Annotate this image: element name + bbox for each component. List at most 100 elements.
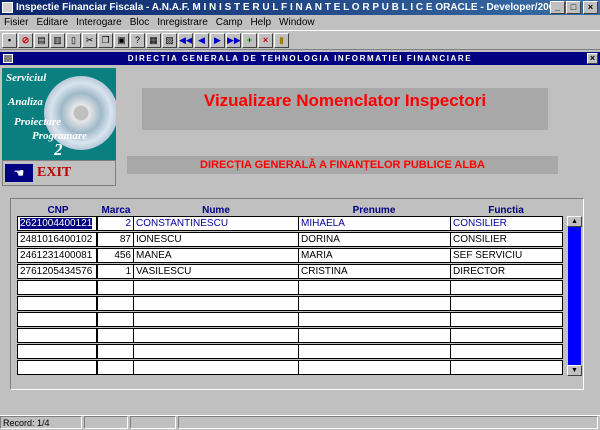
column-header-prenume: Prenume [352,205,396,216]
menu-bar: Fisier Editare Interogare Bloc Inregistrare C… [0,15,600,30]
save-icon[interactable]: ▪ [2,33,17,48]
cell-prenume[interactable] [298,344,451,359]
insert-record-icon[interactable]: + [242,33,257,48]
column-header-marca: Marca [101,205,131,216]
cell-nume[interactable] [133,296,299,311]
cell-functia[interactable] [450,280,563,295]
menu-window[interactable]: Window [275,15,319,30]
cell-cnp[interactable] [17,344,97,359]
cell-nume[interactable] [133,344,299,359]
query-icon[interactable]: ? [130,33,145,48]
print-icon[interactable]: ▤ [34,33,49,48]
document-icon[interactable]: ▯ [66,33,81,48]
column-header-nume: Nume [202,205,230,216]
delete-record-icon[interactable]: × [258,33,273,48]
cell-cnp[interactable]: 2481016400102 [17,232,97,247]
vertical-scrollbar[interactable]: ▲ ▼ [567,216,582,376]
cell-functia[interactable]: CONSILIER [450,232,563,247]
cell-cnp[interactable] [17,280,97,295]
scroll-thumb[interactable] [568,227,581,365]
cell-cnp[interactable] [17,296,97,311]
scroll-up-icon[interactable]: ▲ [567,216,582,227]
app-icon [2,2,13,13]
cell-nume[interactable]: IONESCU [133,232,299,247]
logo-line3: Proiectare [14,116,62,128]
maximize-button[interactable]: □ [566,1,581,14]
print-preview-icon[interactable]: ▥ [50,33,65,48]
cell-functia[interactable] [450,360,563,375]
cell-cnp[interactable] [17,328,97,343]
cell-prenume[interactable]: DORINA [298,232,451,247]
cancel-icon[interactable]: ⊘ [18,33,33,48]
cell-functia[interactable]: CONSILIER [450,216,563,231]
cell-prenume[interactable] [298,296,451,311]
cell-cnp[interactable]: 2621004400121 [17,216,97,231]
next-record-icon[interactable]: ▶ [210,33,225,48]
form-icon [3,54,13,63]
cell-marca[interactable]: 1 [97,264,134,279]
menu-interogare[interactable]: Interogare [72,15,126,30]
menu-inregistrare[interactable]: Inregistrare [153,15,212,30]
lock-record-icon[interactable]: ▮ [274,33,289,48]
menu-bloc[interactable]: Bloc [126,15,153,30]
cell-marca[interactable]: 87 [97,232,134,247]
cancel-query-icon[interactable]: ▧ [162,33,177,48]
page-title: Vizualizare Nomenclator Inspectori [142,88,548,130]
cell-nume[interactable] [133,312,299,327]
cell-nume[interactable] [133,280,299,295]
cell-functia[interactable] [450,312,563,327]
inner-close-button[interactable]: × [587,53,598,64]
cell-cnp[interactable] [17,360,97,375]
cell-marca[interactable] [97,312,134,327]
cut-icon[interactable]: ✂ [82,33,97,48]
cell-prenume[interactable] [298,312,451,327]
cell-nume[interactable]: MANEA [133,248,299,263]
scroll-down-icon[interactable]: ▼ [567,365,582,376]
logo-number: 2 [54,140,63,159]
execute-query-icon[interactable]: ▦ [146,33,161,48]
copy-icon[interactable]: ❐ [98,33,113,48]
cell-prenume[interactable]: CRISTINA [298,264,451,279]
cell-marca[interactable] [97,296,134,311]
column-header-cnp: CNP [47,205,69,216]
minimize-button[interactable]: _ [550,1,565,14]
close-button[interactable]: × [583,1,598,14]
cell-marca[interactable]: 456 [97,248,134,263]
exit-button[interactable]: ☚ EXIT [2,160,116,186]
cell-marca[interactable] [97,280,134,295]
cell-marca[interactable] [97,328,134,343]
last-record-icon[interactable]: ▶▶ [226,33,241,48]
menu-camp[interactable]: Camp [212,15,247,30]
cell-marca[interactable] [97,360,134,375]
cell-nume[interactable] [133,360,299,375]
cell-functia[interactable]: SEF SERVICIU [450,248,563,263]
menu-editare[interactable]: Editare [32,15,72,30]
cell-marca[interactable]: 2 [97,216,134,231]
logo: Serviciul Analiza Proiectare Programare … [2,68,116,160]
cell-cnp[interactable]: 2761205434576 [17,264,97,279]
cell-functia[interactable] [450,328,563,343]
previous-record-icon[interactable]: ◀ [194,33,209,48]
cell-functia[interactable] [450,296,563,311]
inner-window-titlebar: DIRECTIA GENERALA DE TEHNOLOGIA INFORMAT… [0,52,600,65]
cell-nume[interactable]: CONSTANTINESCU [133,216,299,231]
cell-functia[interactable] [450,344,563,359]
cell-prenume[interactable]: MIHAELA [298,216,451,231]
cell-cnp[interactable]: 2461231400081 [17,248,97,263]
page-subtitle: DIRECȚIA GENERALĂ A FINANȚELOR PUBLICE A… [127,156,558,174]
cell-marca[interactable] [97,344,134,359]
menu-help[interactable]: Help [246,15,275,30]
first-record-icon[interactable]: ◀◀ [178,33,193,48]
cell-cnp[interactable] [17,312,97,327]
cell-prenume[interactable] [298,328,451,343]
cell-prenume[interactable] [298,360,451,375]
cell-nume[interactable] [133,328,299,343]
menu-fisier[interactable]: Fisier [0,15,32,30]
paste-icon[interactable]: ▣ [114,33,129,48]
logo-line2: Analiza [8,96,43,108]
cell-prenume[interactable] [298,280,451,295]
cell-functia[interactable]: DIRECTOR [450,264,563,279]
cell-nume[interactable]: VASILESCU [133,264,299,279]
cell-prenume[interactable]: MARIA [298,248,451,263]
exit-arrow-icon: ☚ [5,164,33,182]
